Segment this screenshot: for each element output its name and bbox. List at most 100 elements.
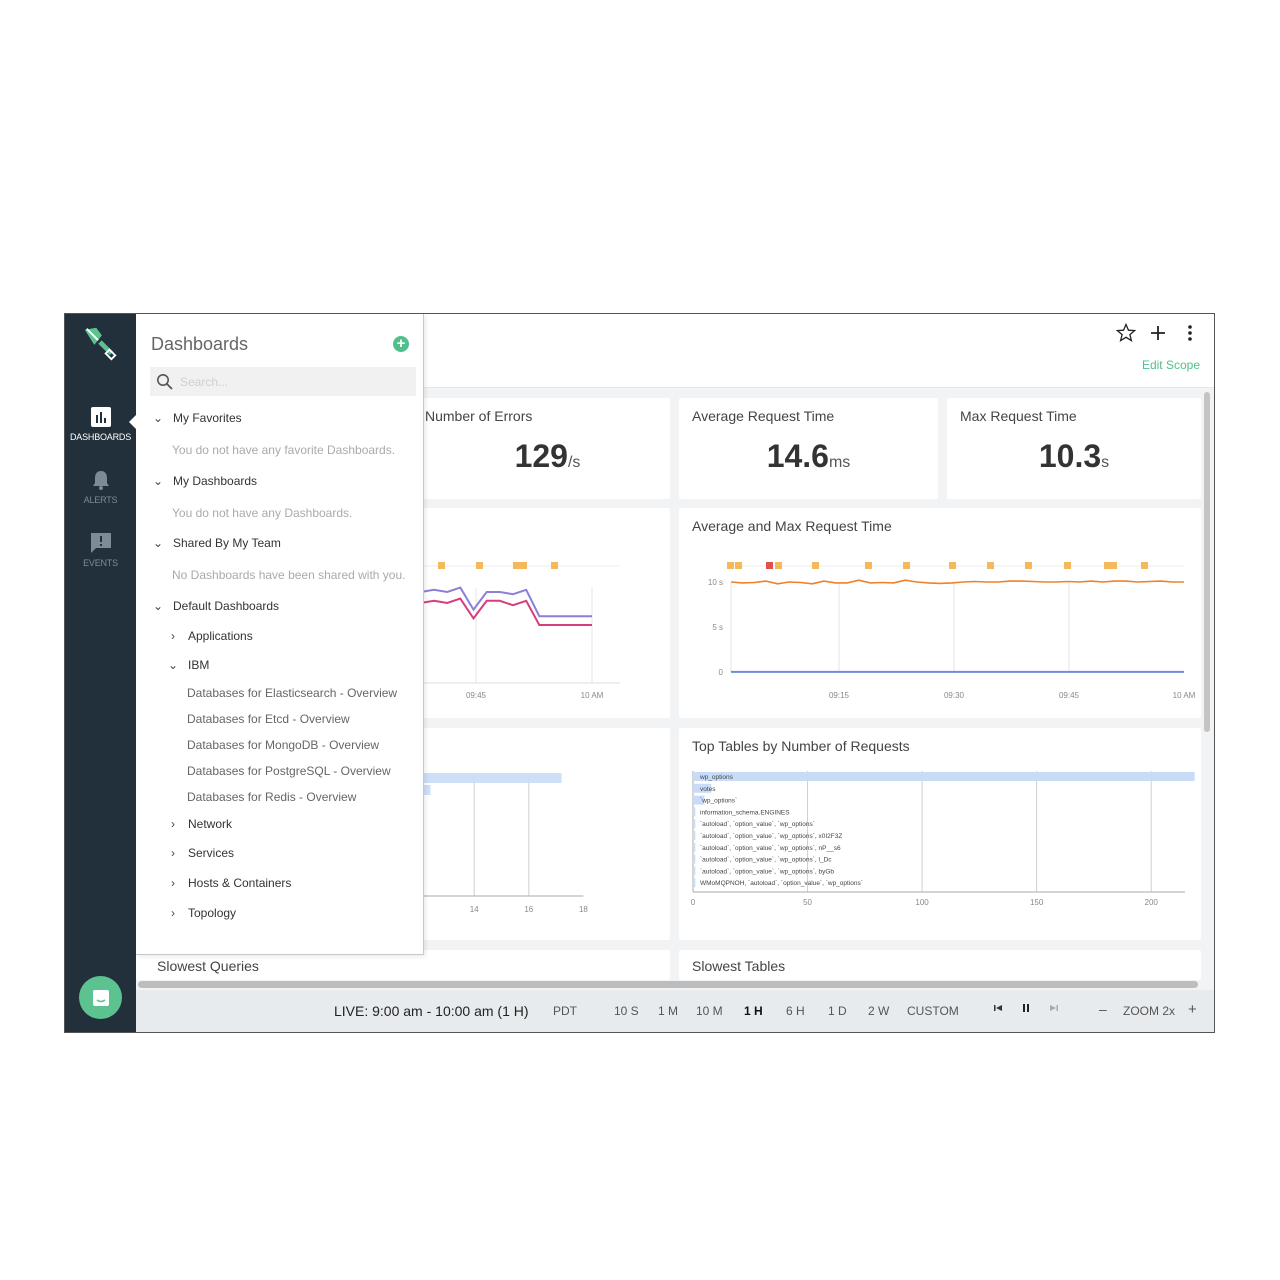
zoom-in-button[interactable]: + xyxy=(1188,1001,1197,1018)
panel-title: Number of Errors xyxy=(425,408,533,424)
time-range-6h[interactable]: 6 H xyxy=(786,1004,805,1018)
dashboard-link-postgresql[interactable]: Databases for PostgreSQL - Overview xyxy=(187,764,391,778)
horizontal-scrollbar[interactable] xyxy=(138,981,1198,988)
add-dashboard-button[interactable]: + xyxy=(393,336,409,352)
tree-item-hosts-containers[interactable]: › Hosts & Containers xyxy=(166,876,291,890)
skip-forward-icon xyxy=(1050,1005,1058,1011)
pause-button[interactable] xyxy=(1021,1002,1031,1017)
nav-dashboards-label: DASHBOARDS xyxy=(69,432,131,442)
bar-label: information_schema.ENGINES xyxy=(700,809,790,816)
tree-item-network[interactable]: › Network xyxy=(166,817,232,831)
dashboard-link-elasticsearch[interactable]: Databases for Elasticsearch - Overview xyxy=(187,686,397,700)
dashboard-link-redis[interactable]: Databases for Redis - Overview xyxy=(187,790,356,804)
x-tick-label: 16 xyxy=(524,905,533,914)
chat-icon xyxy=(92,989,109,1006)
empty-message: You do not have any favorite Dashboards. xyxy=(172,443,396,457)
event-marker xyxy=(735,562,742,569)
nav-dashboards[interactable]: DASHBOARDS xyxy=(65,406,136,442)
dashboard-link-etcd[interactable]: Databases for Etcd - Overview xyxy=(187,712,350,726)
event-marker xyxy=(949,562,956,569)
event-marker xyxy=(520,562,527,569)
app-window: DASHBOARDS ALERTS EVENTS Edit Scope Numb… xyxy=(64,313,1215,1033)
skip-back-button[interactable] xyxy=(993,1002,1003,1017)
panel-title: Slowest Tables xyxy=(692,958,786,974)
zoom-out-button[interactable]: – xyxy=(1099,1001,1107,1017)
time-range-1m[interactable]: 1 M xyxy=(658,1004,678,1018)
dashboards-drawer: Dashboards + ⌄ My Favorites You do not h… xyxy=(136,314,424,955)
x-tick-label: 09:45 xyxy=(466,691,487,700)
bar xyxy=(693,807,696,817)
bar xyxy=(693,772,1195,781)
time-range-2w[interactable]: 2 W xyxy=(868,1004,889,1018)
skip-forward-button[interactable] xyxy=(1049,1002,1059,1017)
more-vertical-icon[interactable] xyxy=(1180,322,1200,344)
value-number: 10.3 xyxy=(1038,438,1102,474)
section-default-dashboards[interactable]: ⌄ Default Dashboards xyxy=(151,599,279,613)
event-marker xyxy=(812,562,819,569)
bar-label: `autoload`, `option_value`, `wp_options`… xyxy=(700,845,841,852)
edit-scope-link[interactable]: Edit Scope xyxy=(1142,358,1200,372)
line-chart-avg-max: 09:15 09:30 09:45 10 AM 0 5 s 10 s xyxy=(708,562,1196,700)
time-range-10s[interactable]: 10 S xyxy=(614,1004,639,1018)
x-tick-label: 09:15 xyxy=(829,691,850,700)
value-unit: /s xyxy=(567,454,581,471)
x-tick-label: 0 xyxy=(691,898,696,907)
bar-label: WMoMQPNOH, `autoload`, `option_value`, `… xyxy=(700,880,863,887)
star-icon[interactable] xyxy=(1116,322,1136,344)
avg-value: 14.6ms xyxy=(679,438,938,475)
tree-item-services[interactable]: › Services xyxy=(166,846,234,860)
bar-label: `wp_options` xyxy=(700,798,737,805)
section-my-dashboards[interactable]: ⌄ My Dashboards xyxy=(151,474,257,488)
dashboard-link-mongodb[interactable]: Databases for MongoDB - Overview xyxy=(187,738,379,752)
bar-label: `autoload`, `option_value`, `wp_options`… xyxy=(700,833,842,840)
tree-item-applications[interactable]: › Applications xyxy=(166,629,253,643)
x-tick-label: 10 AM xyxy=(581,691,604,700)
time-range-1h[interactable]: 1 H xyxy=(744,1004,763,1018)
tree-item-ibm[interactable]: ⌄ IBM xyxy=(166,658,209,672)
tree-item-label: IBM xyxy=(188,658,210,672)
event-marker xyxy=(476,562,483,569)
bar xyxy=(693,831,696,840)
timezone-label[interactable]: PDT xyxy=(553,1004,577,1018)
nav-alerts[interactable]: ALERTS xyxy=(65,469,136,505)
bar-label: votes xyxy=(700,786,716,793)
tree-item-label: Hosts & Containers xyxy=(188,876,292,890)
chat-button[interactable] xyxy=(79,976,122,1019)
tree-item-label: Topology xyxy=(188,906,237,920)
vertical-scrollbar[interactable] xyxy=(1204,392,1210,732)
time-range-custom[interactable]: CUSTOM xyxy=(907,1004,959,1018)
chevron-down-icon: ⌄ xyxy=(152,411,164,425)
event-marker xyxy=(987,562,994,569)
x-tick-label: 200 xyxy=(1145,898,1159,907)
event-marker xyxy=(1104,562,1111,569)
x-tick-label: 14 xyxy=(470,905,479,914)
panel-average-request-time: Average Request Time 14.6ms xyxy=(679,398,938,499)
left-nav: DASHBOARDS ALERTS EVENTS xyxy=(65,314,137,1032)
plus-icon[interactable] xyxy=(1148,322,1168,344)
empty-message: You do not have any Dashboards. xyxy=(172,506,353,520)
chevron-down-icon: ⌄ xyxy=(152,536,164,550)
value-number: 129 xyxy=(514,438,568,474)
time-range-1d[interactable]: 1 D xyxy=(828,1004,847,1018)
section-my-favorites[interactable]: ⌄ My Favorites xyxy=(151,411,242,425)
x-tick-label: 09:45 xyxy=(1059,691,1080,700)
logo-icon[interactable] xyxy=(81,324,119,362)
time-range-10m[interactable]: 10 M xyxy=(696,1004,723,1018)
event-marker xyxy=(903,562,910,569)
tree-item-topology[interactable]: › Topology xyxy=(166,906,236,920)
chevron-down-icon: ⌄ xyxy=(152,599,164,613)
time-navigation-bar: LIVE: 9:00 am - 10:00 am (1 H) PDT 10 S 1… xyxy=(136,990,1214,1032)
section-shared-by-my-team[interactable]: ⌄ Shared By My Team xyxy=(151,536,281,550)
search-icon xyxy=(157,374,173,390)
section-label: Shared By My Team xyxy=(173,536,281,550)
bar xyxy=(693,866,696,876)
tree-item-label: Applications xyxy=(188,629,253,643)
alert-marker xyxy=(766,562,773,569)
x-tick-label: 50 xyxy=(803,898,812,907)
event-marker xyxy=(1141,562,1148,569)
x-tick-label: 10 AM xyxy=(1173,691,1196,700)
search-input[interactable] xyxy=(180,367,410,396)
panel-title: Max Request Time xyxy=(960,408,1077,424)
nav-events[interactable]: EVENTS xyxy=(65,532,136,568)
max-value: 10.3s xyxy=(947,438,1201,475)
